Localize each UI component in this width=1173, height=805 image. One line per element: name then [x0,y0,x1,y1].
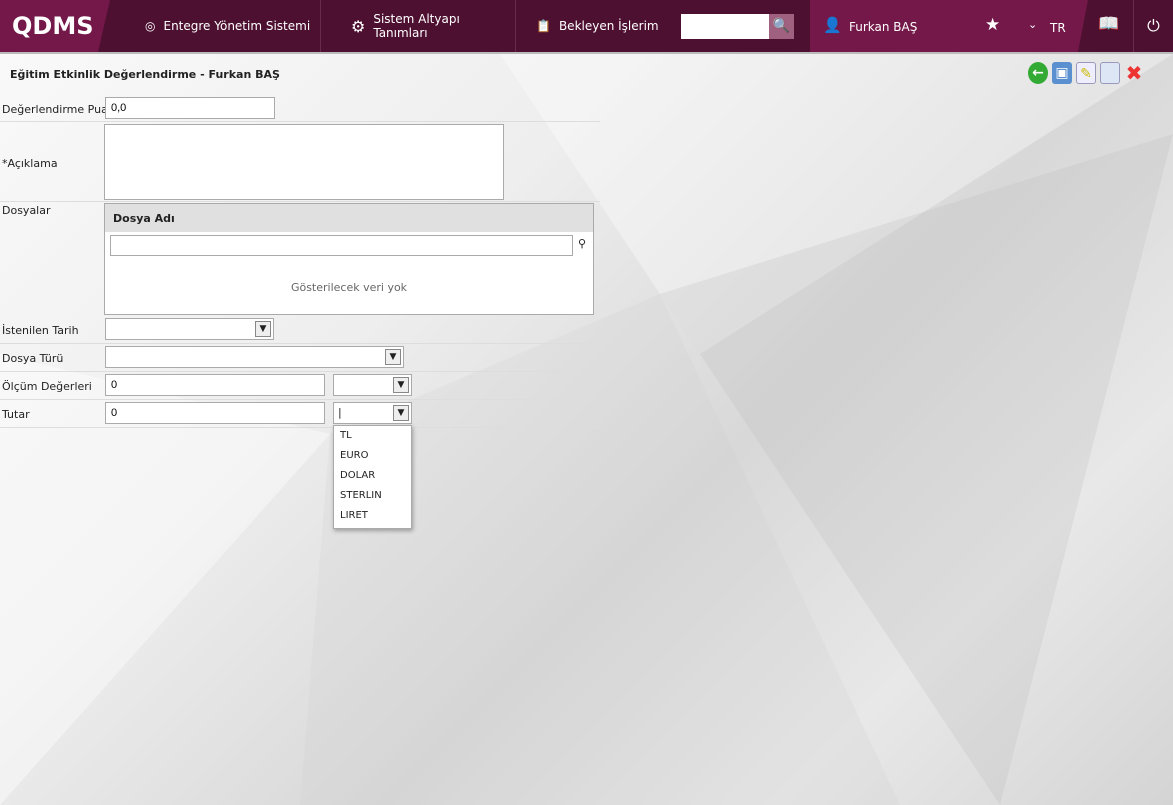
amount-row: Tutar |▼ [0,400,600,428]
measure-input[interactable] [105,374,325,396]
filter-icon[interactable]: ⚲ [578,237,586,250]
page-title: Eğitim Etkinlik Değerlendirme - Furkan B… [10,68,280,81]
file-type-select[interactable]: ▼ [105,346,404,368]
back-icon[interactable]: ← [1028,62,1048,84]
description-row: *Açıklama [0,122,600,202]
book-icon: 📖 [1098,14,1120,34]
column-header-file-name[interactable]: Dosya Adı [105,204,593,232]
power-icon[interactable]: ⏻ [1133,0,1173,52]
option-tl[interactable]: TL [334,426,411,446]
nav-sistem[interactable]: ⚙ Sistem Altyapı Tanımları [321,0,516,52]
clipboard-icon: 📋 [536,19,551,33]
currency-select[interactable]: | ▼ [333,402,412,424]
search-icon[interactable]: 🔍 [769,14,794,39]
files-grid: Dosya Adı ⚲ Gösterilecek veri yok [104,203,594,315]
score-row: Değerlendirme Puanı [0,94,600,122]
save-icon[interactable]: ▣ [1052,62,1072,84]
chevron-down-icon[interactable]: ⌄ [1028,18,1037,31]
user-name[interactable]: Furkan BAŞ [849,20,917,34]
empty-message: Gösterilecek veri yok [290,281,408,294]
gear-icon: ⚙ [351,16,366,36]
chevron-down-icon: ▼ [393,377,409,393]
date-select[interactable]: ▼ [105,318,274,340]
date-row: İstenilen Tarih ▼ [0,316,600,344]
option-liret[interactable]: LIRET [334,506,411,526]
language-selector[interactable]: TR [1050,21,1066,35]
measure-row: Ölçüm Değerleri ▼ [0,372,600,400]
type-row: Dosya Türü ▼ [0,344,600,372]
nav-entegre[interactable]: ◎ Entegre Yönetim Sistemi [115,0,321,52]
logo[interactable]: QDMS [0,0,110,52]
amount-input[interactable] [105,402,325,424]
file-filter-input[interactable] [110,235,573,256]
nav-bekleyen[interactable]: 📋 Bekleyen İşlerim [516,0,666,52]
toolbar: ← ▣ ✎ ✖ [1028,62,1144,84]
top-navbar: QDMS ◎ Entegre Yönetim Sistemi ⚙ Sistem Al… [0,0,1173,54]
q-icon: ◎ [145,19,156,33]
option-dolar[interactable]: DOLAR [334,466,411,486]
new-document-icon[interactable] [1100,62,1120,84]
measure-unit-select[interactable]: ▼ [333,374,412,396]
currency-dropdown: TL EURO DOLAR STERLIN LIRET [333,425,412,529]
option-sterlin[interactable]: STERLIN [334,486,411,506]
chevron-down-icon: ▼ [393,405,409,421]
edit-document-icon[interactable]: ✎ [1076,62,1096,84]
description-textarea[interactable] [104,124,504,200]
user-icon: 👤 [823,16,842,34]
option-euro[interactable]: EURO [334,446,411,466]
star-icon[interactable]: ★ [985,15,1000,35]
chevron-down-icon: ▼ [385,349,401,365]
score-input[interactable] [105,97,275,119]
close-icon[interactable]: ✖ [1124,62,1144,84]
chevron-down-icon: ▼ [255,321,271,337]
